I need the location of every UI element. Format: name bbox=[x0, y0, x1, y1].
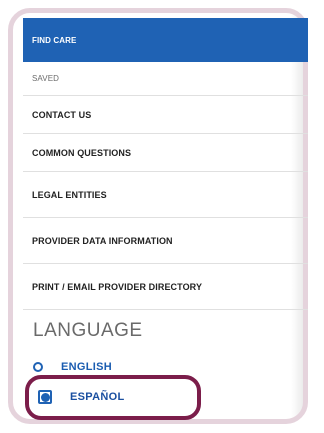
menu-item-find-care[interactable]: FIND CARE bbox=[23, 18, 308, 62]
menu-item-print-email-provider-directory[interactable]: PRINT / EMAIL PROVIDER DIRECTORY bbox=[23, 264, 308, 310]
menu-item-contact-us[interactable]: CONTACT US bbox=[23, 96, 308, 134]
menu-item-label: SAVED bbox=[32, 74, 60, 83]
menu-item-saved[interactable]: SAVED bbox=[23, 62, 308, 96]
menu-item-provider-data-information[interactable]: PROVIDER DATA INFORMATION bbox=[23, 218, 308, 264]
menu-item-label: PROVIDER DATA INFORMATION bbox=[32, 235, 173, 246]
menu-item-label: FIND CARE bbox=[32, 35, 77, 45]
menu-item-label: LEGAL ENTITIES bbox=[32, 189, 107, 200]
menu-item-label: COMMON QUESTIONS bbox=[32, 147, 132, 158]
side-menu: FIND CARE SAVED CONTACT US COMMON QUESTI… bbox=[23, 18, 308, 310]
menu-item-label: CONTACT US bbox=[32, 109, 92, 120]
menu-item-legal-entities[interactable]: LEGAL ENTITIES bbox=[23, 172, 308, 218]
language-option-english[interactable]: ENGLISH bbox=[33, 361, 112, 373]
radio-unselected-icon[interactable] bbox=[33, 362, 43, 372]
menu-item-label: PRINT / EMAIL PROVIDER DIRECTORY bbox=[32, 281, 203, 292]
language-option-label: ENGLISH bbox=[61, 361, 112, 373]
highlight-annotation bbox=[25, 375, 201, 420]
language-heading: LANGUAGE bbox=[33, 320, 143, 341]
menu-item-common-questions[interactable]: COMMON QUESTIONS bbox=[23, 134, 308, 172]
